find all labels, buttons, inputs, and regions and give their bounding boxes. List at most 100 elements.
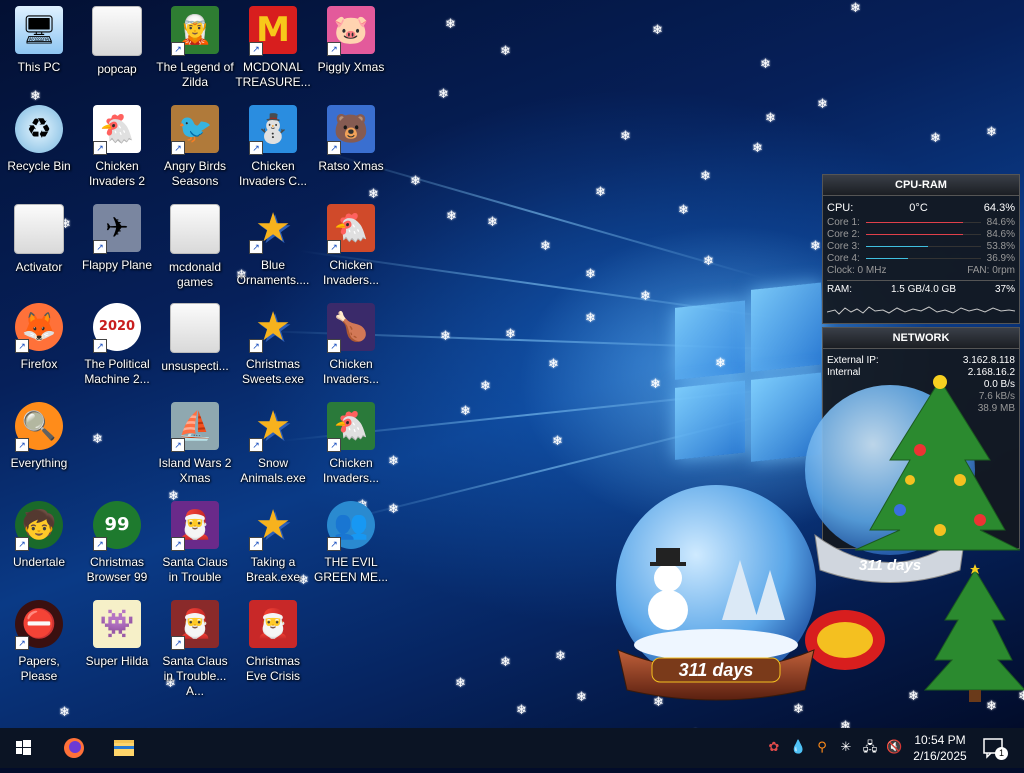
- desktop-icon-chicken-invaders[interactable]: 🐔 ↗ Chicken Invaders...: [312, 402, 390, 486]
- core-value: 36.9%: [986, 253, 1015, 264]
- app-icon: 99 ↗: [93, 501, 141, 551]
- desktop-icon-island-wars-2-xmas[interactable]: ⛵ ↗ Island Wars 2 Xmas: [156, 402, 234, 486]
- core-bar-fill: [865, 234, 963, 235]
- desktop-icon-recycle-bin[interactable]: ♻ Recycle Bin: [0, 105, 78, 174]
- snowflake: ❄: [700, 169, 711, 184]
- desktop-icon-label: Super Hilda: [85, 654, 149, 668]
- countdown-main: 311 days: [679, 660, 754, 680]
- app-icon: 🎅: [249, 600, 297, 648]
- taskbar: ✿ 💧 ⚲ ✳ 🖧 🔇 10:54 PM 2/16/2025 1: [0, 728, 1024, 768]
- desktop-icon-flappy-plane[interactable]: ✈ ↗ Flappy Plane: [78, 204, 156, 273]
- desktop-icon-label: Piggly Xmas: [317, 60, 385, 74]
- divider: [827, 280, 1015, 281]
- snowflake: ❄: [500, 655, 511, 670]
- snowflake: ❄: [92, 432, 103, 447]
- shortcut-arrow-icon: ↗: [93, 339, 107, 353]
- desktop-icon-label: Christmas Browser 99: [86, 555, 148, 584]
- tray-snow-icon[interactable]: ✳: [838, 740, 854, 756]
- desktop-icon-the-political-machine-2[interactable]: 2020 ↗ The Political Machine 2...: [78, 303, 156, 387]
- desktop-icon-blue-ornaments[interactable]: ★ ↗ Blue Ornaments....: [234, 204, 312, 288]
- desktop-icon-piggly-xmas[interactable]: 🐷 ↗ Piggly Xmas: [312, 6, 390, 75]
- desktop-icon-super-hilda[interactable]: 👾 Super Hilda: [78, 600, 156, 669]
- snowflake: ❄: [555, 649, 566, 664]
- shortcut-arrow-icon: ↗: [327, 339, 341, 353]
- desktop-icon-chicken-invaders[interactable]: 🐔 ↗ Chicken Invaders...: [312, 204, 390, 288]
- start-button[interactable]: [0, 728, 46, 768]
- shortcut-arrow-icon: ↗: [15, 438, 29, 452]
- ram-graph: [827, 306, 1015, 315]
- desktop-icon-label: Taking a Break.exe: [245, 555, 301, 584]
- desktop-icon-label: Chicken Invaders...: [322, 258, 380, 287]
- desktop-icon-mcdonal-treasure[interactable]: M ↗ MCDONAL TREASURE...: [234, 6, 312, 90]
- desktop-icon-the-evil-green-me[interactable]: 👥 ↗ THE EVIL GREEN ME...: [312, 501, 390, 585]
- desktop-icon-christmas-browser-99[interactable]: 99 ↗ Christmas Browser 99: [78, 501, 156, 585]
- exe-star-icon: ★ ↗: [249, 204, 297, 254]
- desktop-icon-snow-animals-exe[interactable]: ★ ↗ Snow Animals.exe: [234, 402, 312, 486]
- snowflake: ❄: [817, 97, 828, 112]
- desktop-icon-label: The Political Machine 2...: [84, 357, 150, 386]
- clock[interactable]: 10:54 PM 2/16/2025: [906, 732, 974, 764]
- snowflake: ❄: [500, 44, 511, 59]
- desktop-icon-this-pc[interactable]: 🖥 This PC: [0, 6, 78, 75]
- desktop[interactable]: ❄ ❄ ❄ ❄ ❄ ❄ ❄ ❄ ❄ ❄ ❄ ❄ ❄ ❄ ❄ ❄ ❄ ❄ ❄ ❄ ❄ ❄ ❄ ❄ ❄ ❄ ❄ ❄ ❄ ❄ ❄ ❄ ❄ ❄ ❄ ❄ ❄ ❄ ❄ ❄…: [0, 0, 1024, 728]
- firefox-icon: [64, 738, 84, 758]
- desktop-icon-ratso-xmas[interactable]: 🐻 ↗ Ratso Xmas: [312, 105, 390, 174]
- desktop-icon-papers-please[interactable]: ⛔ ↗ Papers, Please: [0, 600, 78, 684]
- tray-search-icon[interactable]: ⚲: [814, 740, 830, 756]
- desktop-icon-the-legend-of-zilda[interactable]: 🧝 ↗ The Legend of Zilda: [156, 6, 234, 90]
- desktop-icon-label: Angry Birds Seasons: [163, 159, 227, 188]
- taskbar-firefox[interactable]: [56, 728, 92, 768]
- desktop-icon-label: Christmas Sweets.exe: [241, 357, 305, 386]
- desktop-icon-activator[interactable]: Activator: [0, 204, 78, 275]
- shortcut-arrow-icon: ↗: [93, 141, 107, 155]
- desktop-icon-angry-birds-seasons[interactable]: 🐦 ↗ Angry Birds Seasons: [156, 105, 234, 189]
- volume-muted-icon[interactable]: 🔇: [886, 740, 902, 756]
- desktop-icon-santa-claus-in-trouble[interactable]: 🎅 ↗ Santa Claus in Trouble: [156, 501, 234, 585]
- shortcut-arrow-icon: ↗: [327, 537, 341, 551]
- desktop-icon-unsuspecti[interactable]: unsuspecti...: [156, 303, 234, 374]
- desktop-icon-label: THE EVIL GREEN ME...: [313, 555, 388, 584]
- shortcut-arrow-icon: ↗: [171, 42, 185, 56]
- tray-water-icon[interactable]: 💧: [790, 740, 806, 756]
- snowflake: ❄: [445, 17, 456, 32]
- shortcut-arrow-icon: ↗: [249, 42, 263, 56]
- core-label: Core 3:: [827, 241, 860, 252]
- network-icon[interactable]: 🖧: [862, 740, 878, 756]
- desktop-icon-popcap[interactable]: popcap: [78, 6, 156, 77]
- desktop-icon-chicken-invaders[interactable]: 🍗 ↗ Chicken Invaders...: [312, 303, 390, 387]
- taskbar-file-explorer[interactable]: [106, 728, 142, 768]
- snowflake: ❄: [576, 690, 587, 705]
- snowflake: ❄: [620, 129, 631, 144]
- shortcut-arrow-icon: ↗: [171, 537, 185, 551]
- core-row: Core 2: 84.6%: [823, 229, 1019, 241]
- core-bar: [865, 222, 981, 223]
- desktop-icon-label: Firefox: [20, 357, 58, 371]
- action-center-button[interactable]: 1: [982, 736, 1008, 760]
- snowflake: ❄: [850, 1, 861, 16]
- desktop-icon-undertale[interactable]: 🧒 ↗ Undertale: [0, 501, 78, 570]
- desktop-icon-christmas-sweets-exe[interactable]: ★ ↗ Christmas Sweets.exe: [234, 303, 312, 387]
- cpu-ram-gadget[interactable]: CPU-RAM CPU: 0°C 64.3% Core 1: 84.6% Core …: [822, 174, 1020, 324]
- desktop-icon-label: mcdonald games: [168, 260, 222, 289]
- core-bar-fill: [865, 258, 909, 259]
- christmas-decoration: 311 days 311 days: [616, 375, 1024, 702]
- desktop-icon-mcdonald-games[interactable]: mcdonald games: [156, 204, 234, 290]
- shortcut-arrow-icon: ↗: [15, 636, 29, 650]
- desktop-icon-chicken-invaders-c[interactable]: ⛄ ↗ Chicken Invaders C...: [234, 105, 312, 189]
- tray-app-icon[interactable]: ✿: [766, 740, 782, 756]
- desktop-icon-taking-a-break-exe[interactable]: ★ ↗ Taking a Break.exe: [234, 501, 312, 585]
- desktop-icon-label: This PC: [17, 60, 61, 74]
- desktop-icon-label: MCDONAL TREASURE...: [235, 60, 311, 89]
- desktop-icon-label: Blue Ornaments....: [236, 258, 310, 287]
- desktop-icon-label: Chicken Invaders C...: [238, 159, 308, 188]
- app-icon: ⛔ ↗: [15, 600, 63, 650]
- desktop-icon-santa-claus-in-trouble-a[interactable]: 🎅 ↗ Santa Claus in Trouble... A...: [156, 600, 234, 699]
- shortcut-arrow-icon: ↗: [327, 42, 341, 56]
- clock-label: Clock: 0 MHz: [827, 265, 887, 276]
- desktop-icon-firefox[interactable]: 🦊 ↗ Firefox: [0, 303, 78, 372]
- desktop-icon-chicken-invaders-2[interactable]: 🐔 ↗ Chicken Invaders 2: [78, 105, 156, 189]
- desktop-icon-christmas-eve-crisis[interactable]: 🎅 Christmas Eve Crisis: [234, 600, 312, 684]
- clock-date: 2/16/2025: [913, 749, 967, 763]
- desktop-icon-everything[interactable]: 🔍 ↗ Everything: [0, 402, 78, 471]
- snowflake: ❄: [640, 289, 651, 304]
